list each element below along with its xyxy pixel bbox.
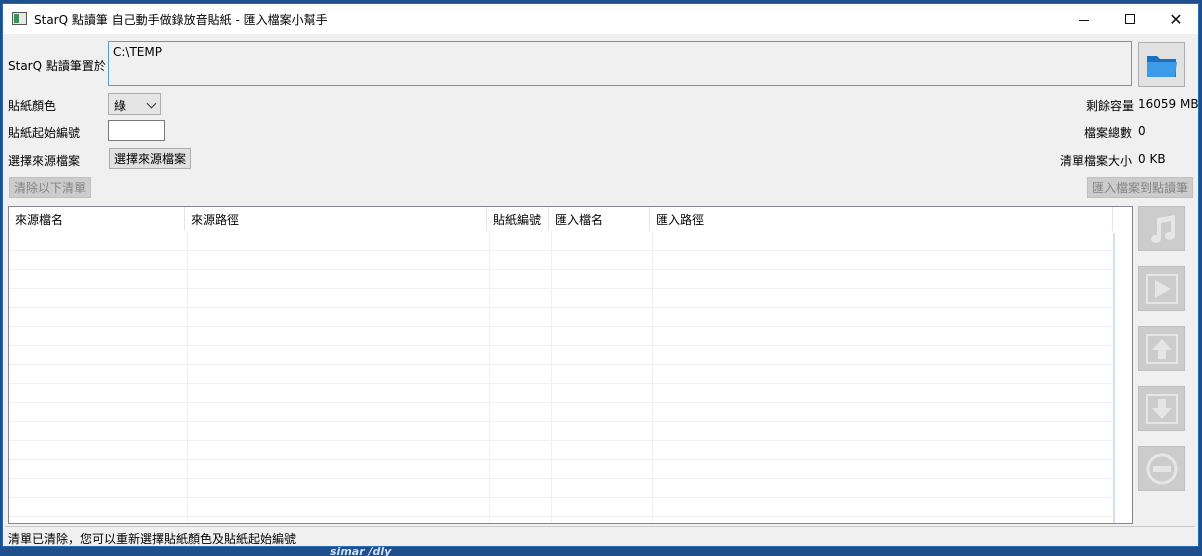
column-divider [652, 231, 653, 523]
row-line [9, 516, 1113, 517]
play-sound-button[interactable] [1138, 206, 1185, 251]
row-line [9, 383, 1113, 384]
title-bar[interactable]: StarQ 點讀筆 自己動手做錄放音貼紙 - 匯入檔案小幫手 ✕ [3, 4, 1198, 34]
sticker-color-value: 綠 [114, 99, 127, 113]
row-line [9, 307, 1113, 308]
column-divider [187, 231, 188, 523]
column-divider [489, 231, 490, 523]
import-to-pen-button[interactable]: 匯入檔案到點讀筆 [1087, 177, 1193, 198]
sticker-color-label: 貼紙顏色 [8, 99, 57, 113]
maximize-button[interactable] [1107, 4, 1153, 34]
file-count-value: 0 [1138, 124, 1146, 138]
browse-folder-button[interactable] [1138, 42, 1185, 87]
row-line [9, 440, 1113, 441]
close-button[interactable]: ✕ [1153, 4, 1199, 34]
sticker-color-select[interactable]: 綠 [108, 93, 161, 115]
pen-location-field[interactable]: C:\TEMP [108, 41, 1132, 86]
select-source-button[interactable]: 選擇來源檔案 [109, 148, 191, 169]
minimize-button[interactable] [1061, 4, 1107, 34]
row-line [9, 478, 1113, 479]
row-line [9, 497, 1113, 498]
column-header-import-name[interactable]: 匯入檔名 [549, 207, 650, 231]
sticker-start-label: 貼紙起始編號 [8, 126, 81, 140]
file-list-table[interactable]: 來源檔名 來源路徑 貼紙編號 匯入檔名 匯入路徑 [8, 206, 1133, 524]
column-header-sticker-number[interactable]: 貼紙編號 [487, 207, 549, 231]
minimize-icon [1079, 19, 1089, 21]
row-line [9, 269, 1113, 270]
remove-button[interactable] [1138, 446, 1185, 491]
maximize-icon [1125, 14, 1135, 24]
desktop-text: simar /dly [330, 545, 392, 556]
column-header-source-path[interactable]: 來源路徑 [185, 207, 487, 231]
sticker-start-input[interactable] [108, 120, 165, 141]
list-size-label: 清單檔案大小 [1060, 154, 1133, 168]
free-space-value: 16059 MB [1138, 97, 1199, 111]
row-line [9, 421, 1113, 422]
row-line [9, 250, 1113, 251]
close-icon: ✕ [1169, 9, 1183, 29]
column-divider [551, 231, 552, 523]
row-line [9, 364, 1113, 365]
status-bar: 清單已清除，您可以重新選擇貼紙顏色及貼紙起始編號 [5, 526, 1195, 546]
file-count-label: 檔案總數 [1084, 126, 1133, 140]
free-space-label: 剩餘容量 [1086, 99, 1135, 113]
column-header-import-path[interactable]: 匯入路徑 [650, 207, 1113, 231]
arrow-up-icon [1145, 333, 1178, 364]
folder-icon [1146, 55, 1177, 77]
clear-list-button[interactable]: 清除以下清單 [9, 177, 91, 198]
row-line [9, 326, 1113, 327]
chevron-down-icon [146, 98, 157, 109]
window-title: StarQ 點讀筆 自己動手做錄放音貼紙 - 匯入檔案小幫手 [34, 13, 328, 27]
play-icon [1145, 273, 1178, 304]
music-note-icon [1150, 214, 1175, 243]
play-button[interactable] [1138, 266, 1185, 311]
app-icon [12, 12, 27, 25]
arrow-down-icon [1145, 393, 1178, 424]
row-line [9, 288, 1113, 289]
row-line [9, 345, 1113, 346]
move-down-button[interactable] [1138, 386, 1185, 431]
row-line [9, 402, 1113, 403]
source-file-label: 選擇來源檔案 [8, 154, 81, 168]
move-up-button[interactable] [1138, 326, 1185, 371]
pen-location-label: StarQ 點讀筆置於 [8, 59, 106, 73]
list-size-value: 0 KB [1138, 152, 1166, 166]
remove-icon [1146, 453, 1177, 484]
status-text: 清單已清除，您可以重新選擇貼紙顏色及貼紙起始編號 [8, 532, 297, 546]
column-header-source-name[interactable]: 來源檔名 [9, 207, 185, 231]
row-line [9, 459, 1113, 460]
scrollbar[interactable] [1113, 233, 1115, 523]
app-window: StarQ 點讀筆 自己動手做錄放音貼紙 - 匯入檔案小幫手 ✕ StarQ 點… [2, 3, 1199, 547]
